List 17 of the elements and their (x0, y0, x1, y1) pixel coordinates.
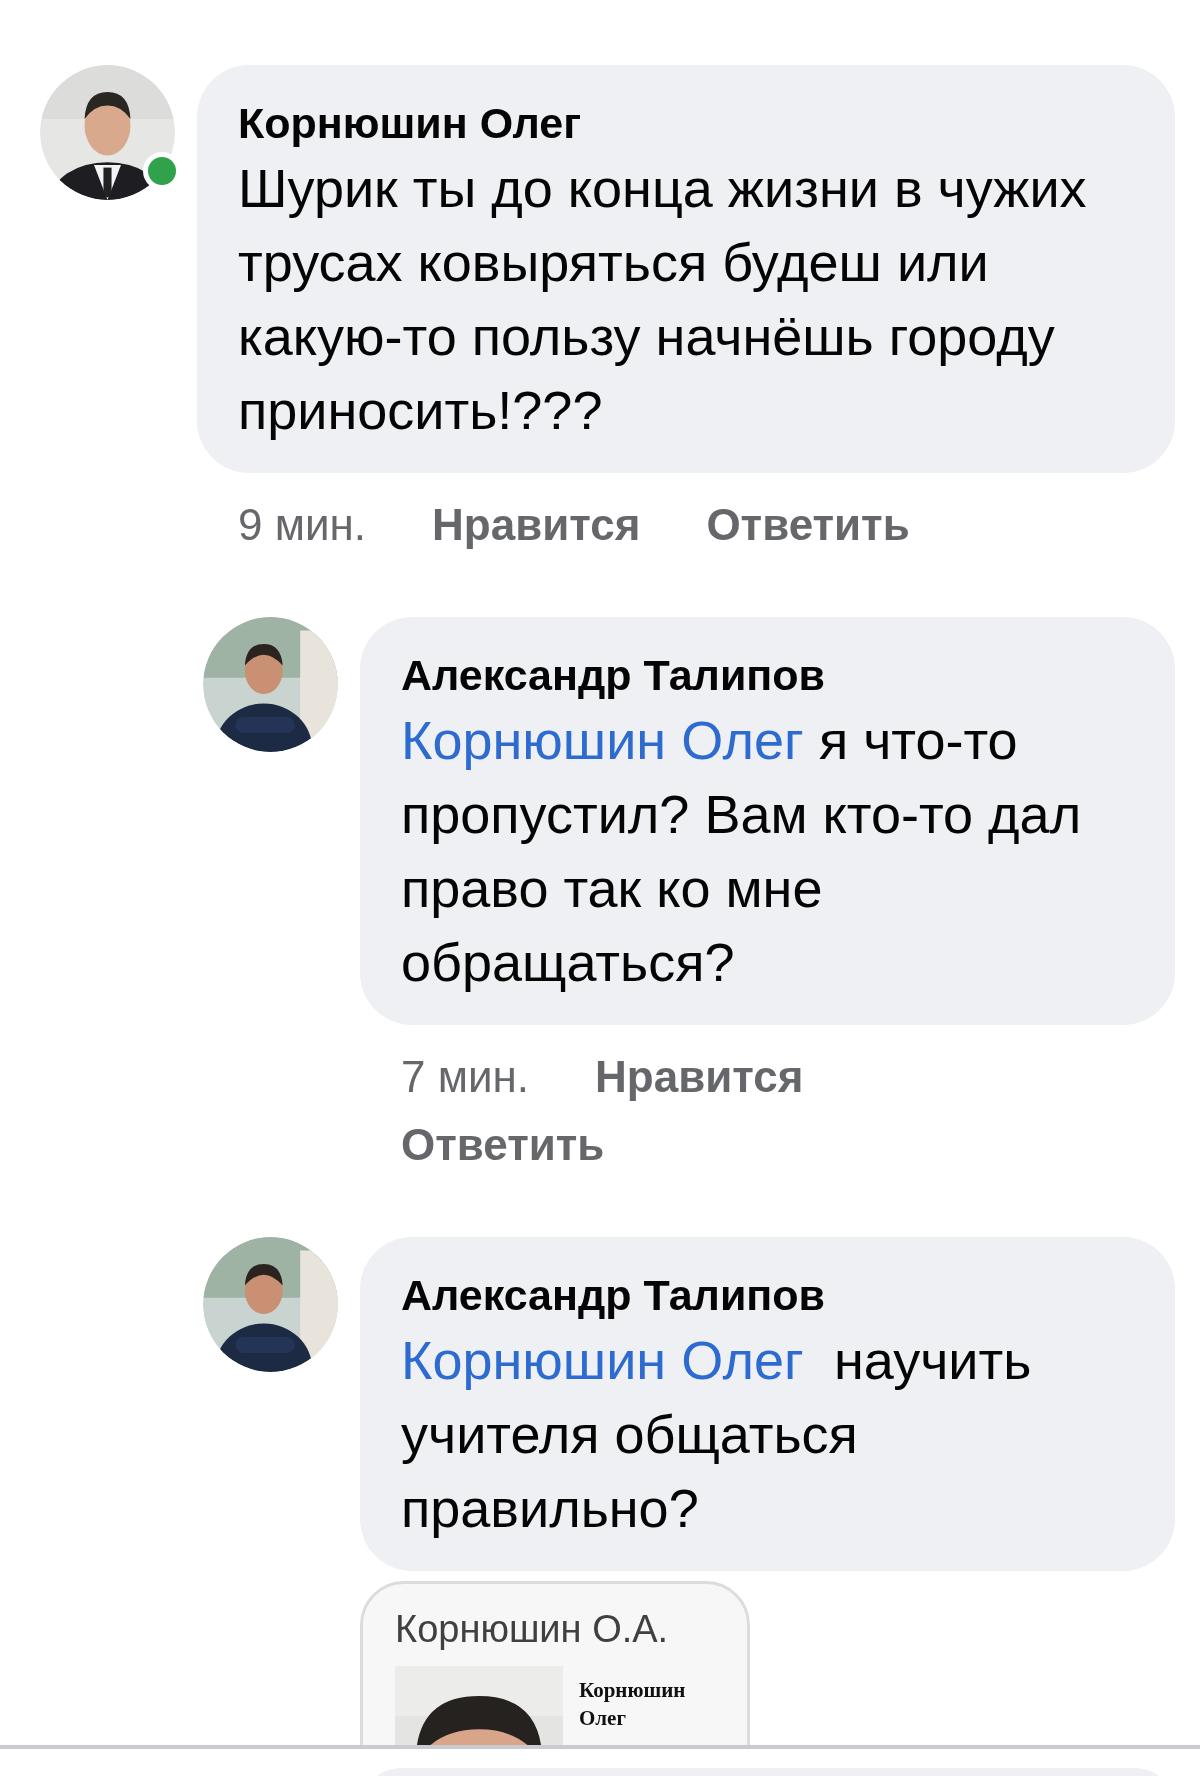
preview-caption: Корнюшин Олег (579, 1677, 687, 1732)
comment-text: Корнюшин Олег научить учителя общаться правильно? (401, 1329, 1033, 1540)
mention-link[interactable]: Корнюшин Олег (401, 1330, 804, 1390)
reply-link[interactable]: Ответить (401, 1111, 605, 1179)
comment-time: 9 мин. (238, 499, 367, 551)
author-name[interactable]: Корнюшин Олег (238, 95, 1135, 151)
like-link[interactable]: Нравится (595, 1043, 804, 1111)
comment-text: Шурик ты до конца жизни в чужих трусах ковыряться будеш или какую-то пользу начнёшь городу приносить!??? (238, 157, 1088, 442)
author-name[interactable]: Александр Талипов (401, 1267, 1135, 1323)
preview-title: Корнюшин О.А. (395, 1607, 670, 1652)
reply-link[interactable]: Ответить (706, 491, 910, 559)
author-name[interactable]: Александр Талипов (401, 647, 1135, 703)
comment-time: 7 мин. (401, 1051, 530, 1103)
like-link[interactable]: Нравится (432, 491, 641, 559)
link-preview-card[interactable]: Корнюшин О.А. Корнюшин Олег (360, 1581, 750, 1745)
comment-text: Корнюшин Олег я что-то пропустил? Вам кто-то дал право так ко мне обращаться? (401, 709, 1083, 994)
mention-link[interactable]: Корнюшин Олег (401, 710, 804, 770)
